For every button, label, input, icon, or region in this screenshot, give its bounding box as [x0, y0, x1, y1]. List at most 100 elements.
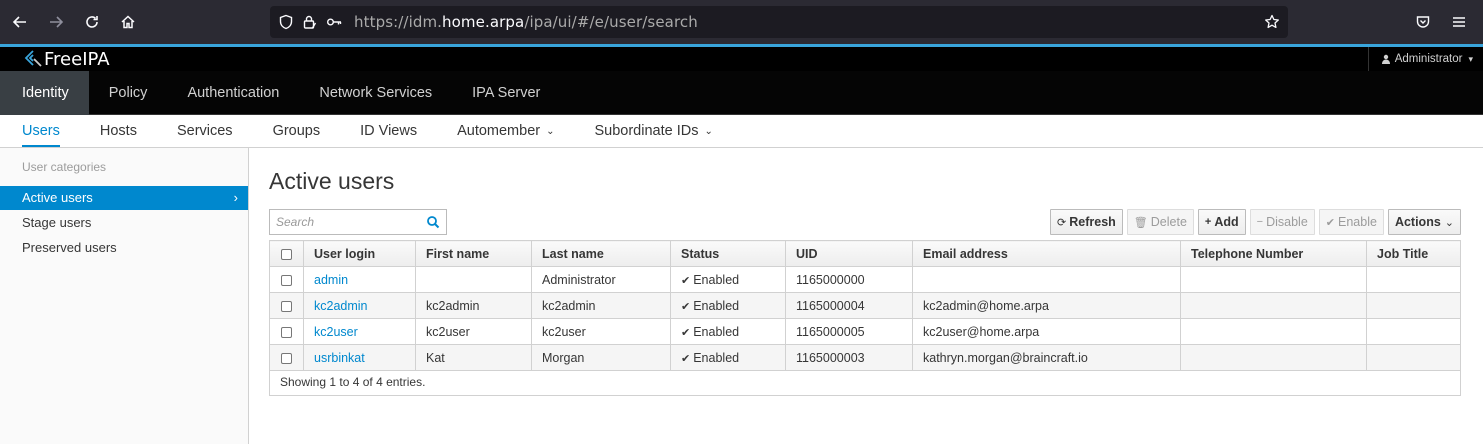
uid-cell: 1165000005: [785, 318, 913, 345]
row-checkbox[interactable]: [281, 326, 292, 338]
user-login-link[interactable]: usrbinkat: [314, 351, 365, 365]
status-cell: ✔ Enabled: [670, 266, 786, 293]
chevron-down-icon: ⌄: [546, 126, 555, 137]
users-table: User login First name Last name Status U…: [269, 240, 1461, 371]
url-bar[interactable]: https://idm.home.arpa/ipa/ui/#/e/user/se…: [270, 6, 1288, 38]
url-text[interactable]: https://idm.home.arpa/ipa/ui/#/e/user/se…: [354, 13, 698, 31]
row-checkbox[interactable]: [281, 352, 292, 364]
disable-button[interactable]: − Disable: [1249, 209, 1315, 235]
tab-services[interactable]: Services: [157, 115, 253, 148]
email-cell: kathryn.morgan@braincraft.io: [912, 344, 1181, 371]
user-menu-label: Administrator: [1394, 53, 1463, 65]
nav-policy[interactable]: Policy: [89, 71, 168, 115]
main-content: Active users ⟳Refresh 🗑︎Delete +Add −Dis…: [249, 148, 1483, 444]
email-cell: kc2user@home.arpa: [912, 318, 1181, 345]
chevron-down-icon: ⌄: [1444, 216, 1454, 229]
nav-identity[interactable]: Identity: [0, 71, 89, 115]
row-checkbox[interactable]: [281, 300, 292, 312]
job-title-cell: [1366, 344, 1461, 371]
nav-authentication[interactable]: Authentication: [167, 71, 299, 115]
tab-automember-label: Automember: [457, 123, 541, 139]
user-login-link[interactable]: kc2user: [314, 325, 358, 339]
reload-icon[interactable]: [76, 6, 108, 38]
chevron-right-icon: ›: [233, 190, 238, 205]
tab-id-views[interactable]: ID Views: [340, 115, 437, 148]
sub-navigation: Users Hosts Services Groups ID Views Aut…: [0, 115, 1483, 148]
uid-cell: 1165000004: [785, 292, 913, 319]
user-login-cell: kc2admin: [303, 292, 416, 319]
user-login-link[interactable]: admin: [314, 273, 348, 287]
chevron-down-icon: ⌄: [704, 126, 713, 137]
search-icon[interactable]: [426, 215, 440, 229]
enable-label: Enable: [1338, 215, 1377, 229]
shield-icon[interactable]: [278, 14, 294, 30]
column-header[interactable]: Last name: [531, 240, 671, 267]
status-text: Enabled: [693, 272, 740, 287]
sidebar-item-active-users[interactable]: Active users ›: [0, 186, 248, 210]
sidebar: User categories Active users › Stage use…: [0, 148, 249, 444]
status-text: Enabled: [693, 324, 740, 339]
sidebar-item-preserved-users[interactable]: Preserved users: [0, 236, 248, 260]
first-name-cell: Kat: [415, 344, 532, 371]
check-icon: ✔: [681, 352, 691, 365]
forward-arrow-icon[interactable]: [40, 6, 72, 38]
top-navigation: Identity Policy Authentication Network S…: [0, 71, 1483, 115]
column-header[interactable]: Telephone Number: [1180, 240, 1367, 267]
check-icon: ✔: [1325, 216, 1335, 229]
phone-cell: [1180, 344, 1367, 371]
uid-cell: 1165000003: [785, 344, 913, 371]
refresh-label: Refresh: [1069, 215, 1116, 229]
enable-button[interactable]: ✔ Enable: [1318, 209, 1384, 235]
add-button[interactable]: + Add: [1197, 209, 1246, 235]
status-cell: ✔ Enabled: [670, 292, 786, 319]
nav-network-services[interactable]: Network Services: [299, 71, 452, 115]
back-arrow-icon[interactable]: [4, 6, 36, 38]
sidebar-item-label: Active users: [22, 190, 93, 205]
table-row: usrbinkat Kat Morgan ✔ Enabled 1165000003…: [269, 344, 1461, 371]
phone-cell: [1180, 266, 1367, 293]
job-title-cell: [1366, 266, 1461, 293]
delete-label: Delete: [1150, 215, 1187, 229]
disable-label: Disable: [1266, 215, 1308, 229]
search-input[interactable]: [270, 210, 420, 234]
table-header-row: User login First name Last name Status U…: [269, 240, 1461, 267]
freeipa-logo[interactable]: FreeIPA: [24, 49, 110, 70]
lock-warning-icon[interactable]: [302, 14, 318, 30]
tab-hosts[interactable]: Hosts: [80, 115, 157, 148]
uid-cell: 1165000000: [785, 266, 913, 293]
freeipa-logo-icon: [24, 50, 42, 67]
row-select-cell: [269, 266, 304, 293]
column-header[interactable]: Job Title: [1366, 240, 1461, 267]
job-title-cell: [1366, 292, 1461, 319]
hamburger-menu-icon[interactable]: [1443, 6, 1475, 38]
delete-button[interactable]: 🗑︎ Delete: [1126, 209, 1194, 235]
column-header[interactable]: First name: [415, 240, 532, 267]
first-name-cell: kc2user: [415, 318, 532, 345]
first-name-cell: kc2admin: [415, 292, 532, 319]
user-login-link[interactable]: kc2admin: [314, 299, 368, 313]
tab-subordinate-ids-label: Subordinate IDs: [594, 123, 699, 139]
pocket-icon[interactable]: [1407, 6, 1439, 38]
row-select-cell: [269, 318, 304, 345]
column-header[interactable]: User login: [303, 240, 416, 267]
refresh-button[interactable]: ⟳ Refresh: [1050, 209, 1123, 235]
column-header[interactable]: UID: [785, 240, 913, 267]
select-all-checkbox[interactable]: [281, 248, 292, 260]
row-checkbox[interactable]: [281, 274, 292, 286]
tab-users[interactable]: Users: [0, 115, 80, 148]
key-icon[interactable]: [326, 14, 342, 30]
nav-ipa-server[interactable]: IPA Server: [452, 71, 560, 115]
user-menu[interactable]: Administrator ▾: [1367, 47, 1483, 71]
actions-dropdown[interactable]: Actions ⌄: [1387, 209, 1461, 235]
bookmark-star-icon[interactable]: [1264, 14, 1280, 30]
column-header[interactable]: Email address: [912, 240, 1181, 267]
sidebar-category-heading: User categories: [22, 160, 107, 174]
sidebar-item-stage-users[interactable]: Stage users: [0, 211, 248, 235]
column-header[interactable]: Status: [670, 240, 786, 267]
user-login-cell: kc2user: [303, 318, 416, 345]
first-name-cell: [415, 266, 532, 293]
tab-automember[interactable]: Automember ⌄: [437, 115, 574, 148]
tab-groups[interactable]: Groups: [253, 115, 341, 148]
tab-subordinate-ids[interactable]: Subordinate IDs ⌄: [574, 115, 732, 148]
home-icon[interactable]: [112, 6, 144, 38]
